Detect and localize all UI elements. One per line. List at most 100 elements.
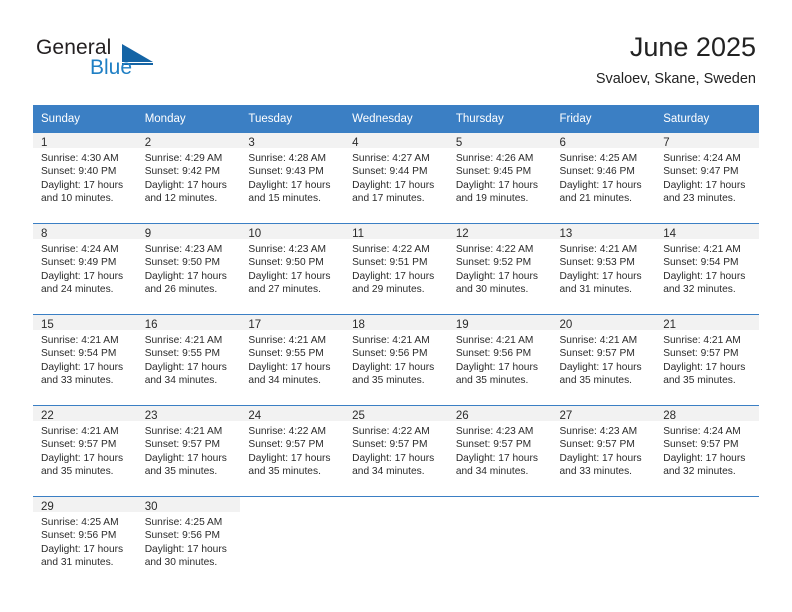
day-cell[interactable]: 15 Sunrise: 4:21 AM Sunset: 9:54 PM Dayl… (33, 314, 137, 406)
day-number: 9 (136, 224, 241, 240)
day-info: Sunrise: 4:22 AM Sunset: 9:52 PM Dayligh… (448, 239, 552, 296)
daylight-text: Daylight: 17 hours and 23 minutes. (663, 179, 746, 204)
day-cell[interactable]: 11 Sunrise: 4:22 AM Sunset: 9:51 PM Dayl… (344, 223, 448, 315)
day-cell[interactable]: 1 Sunrise: 4:30 AM Sunset: 9:40 PM Dayli… (33, 133, 137, 224)
day-cell[interactable]: 28 Sunrise: 4:24 AM Sunset: 9:57 PM Dayl… (655, 405, 759, 497)
sunrise-text: Sunrise: 4:21 AM (352, 335, 430, 346)
sunset-text: Sunset: 9:56 PM (352, 348, 428, 360)
day-info: Sunrise: 4:29 AM Sunset: 9:42 PM Dayligh… (137, 148, 241, 205)
day-cell-empty (655, 496, 759, 587)
sunset-text: Sunset: 9:52 PM (455, 257, 532, 269)
day-info: Sunrise: 4:21 AM Sunset: 9:56 PM Dayligh… (344, 330, 448, 387)
day-number: 11 (344, 224, 448, 240)
day-info: Sunrise: 4:21 AM Sunset: 9:55 PM Dayligh… (137, 330, 241, 387)
sunrise-text: Sunrise: 4:23 AM (248, 244, 326, 255)
day-cell[interactable]: 5 Sunrise: 4:26 AM Sunset: 9:45 PM Dayli… (447, 133, 552, 224)
day-cell[interactable]: 29 Sunrise: 4:25 AM Sunset: 9:56 PM Dayl… (33, 496, 137, 587)
day-cell[interactable]: 17 Sunrise: 4:21 AM Sunset: 9:55 PM Dayl… (240, 314, 345, 406)
daylight-text: Daylight: 17 hours and 35 minutes. (248, 452, 331, 477)
calendar-page: General Blue June 2025 Svaloev, Skane, S… (0, 0, 792, 612)
day-number: 17 (240, 315, 345, 331)
sunset-text: Sunset: 9:47 PM (663, 166, 739, 178)
weekday-header-sunday: Sunday (33, 105, 137, 133)
day-info: Sunrise: 4:22 AM Sunset: 9:57 PM Dayligh… (344, 421, 448, 478)
page-subtitle: Svaloev, Skane, Sweden (595, 71, 756, 87)
day-number: 30 (136, 497, 241, 513)
day-cell[interactable]: 27 Sunrise: 4:23 AM Sunset: 9:57 PM Dayl… (551, 405, 656, 497)
day-cell[interactable]: 7 Sunrise: 4:24 AM Sunset: 9:47 PM Dayli… (655, 133, 759, 224)
sunrise-text: Sunrise: 4:23 AM (144, 244, 223, 255)
daylight-text: Daylight: 17 hours and 34 minutes. (248, 361, 331, 386)
day-cell[interactable]: 26 Sunrise: 4:23 AM Sunset: 9:57 PM Dayl… (447, 405, 552, 497)
sunset-text: Sunset: 9:49 PM (41, 257, 117, 269)
week-row: 29 Sunrise: 4:25 AM Sunset: 9:56 PM Dayl… (33, 496, 759, 587)
day-cell[interactable]: 3 Sunrise: 4:28 AM Sunset: 9:43 PM Dayli… (240, 133, 345, 224)
daylight-text: Daylight: 17 hours and 32 minutes. (663, 452, 746, 477)
sunset-text: Sunset: 9:57 PM (663, 439, 739, 451)
daylight-text: Daylight: 17 hours and 30 minutes. (144, 543, 227, 568)
day-cell[interactable]: 19 Sunrise: 4:21 AM Sunset: 9:56 PM Dayl… (447, 314, 552, 406)
day-cell[interactable]: 6 Sunrise: 4:25 AM Sunset: 9:46 PM Dayli… (551, 133, 656, 224)
day-number: 15 (33, 315, 137, 331)
weekday-header-friday: Friday (551, 105, 656, 133)
daylight-text: Daylight: 17 hours and 15 minutes. (248, 179, 331, 204)
weekday-header-monday: Monday (136, 105, 241, 133)
day-number: 22 (33, 406, 137, 422)
day-info: Sunrise: 4:24 AM Sunset: 9:47 PM Dayligh… (655, 148, 759, 205)
daylight-text: Daylight: 17 hours and 31 minutes. (559, 270, 642, 295)
day-info: Sunrise: 4:25 AM Sunset: 9:56 PM Dayligh… (33, 512, 137, 569)
day-info: Sunrise: 4:21 AM Sunset: 9:57 PM Dayligh… (552, 330, 656, 387)
day-cell[interactable]: 9 Sunrise: 4:23 AM Sunset: 9:50 PM Dayli… (136, 223, 241, 315)
day-cell[interactable]: 12 Sunrise: 4:22 AM Sunset: 9:52 PM Dayl… (447, 223, 552, 315)
sunset-text: Sunset: 9:56 PM (455, 348, 532, 360)
sunrise-text: Sunrise: 4:22 AM (352, 244, 430, 255)
daylight-text: Daylight: 17 hours and 10 minutes. (41, 179, 124, 204)
day-cell[interactable]: 14 Sunrise: 4:21 AM Sunset: 9:54 PM Dayl… (655, 223, 759, 315)
sunrise-text: Sunrise: 4:29 AM (144, 153, 223, 164)
day-number: 14 (655, 224, 759, 240)
day-cell-empty (551, 496, 656, 587)
sunset-text: Sunset: 9:50 PM (144, 257, 221, 269)
daylight-text: Daylight: 17 hours and 21 minutes. (559, 179, 642, 204)
brand-logo[interactable]: General Blue (36, 36, 166, 86)
weekday-header-thursday: Thursday (447, 105, 552, 133)
day-cell[interactable]: 21 Sunrise: 4:21 AM Sunset: 9:57 PM Dayl… (655, 314, 759, 406)
day-cell[interactable]: 25 Sunrise: 4:22 AM Sunset: 9:57 PM Dayl… (344, 405, 448, 497)
day-number: 7 (655, 133, 759, 149)
day-number: 20 (551, 315, 656, 331)
day-cell[interactable]: 4 Sunrise: 4:27 AM Sunset: 9:44 PM Dayli… (344, 133, 448, 224)
day-cell[interactable]: 8 Sunrise: 4:24 AM Sunset: 9:49 PM Dayli… (33, 223, 137, 315)
day-cell[interactable]: 20 Sunrise: 4:21 AM Sunset: 9:57 PM Dayl… (551, 314, 656, 406)
day-number (240, 497, 344, 512)
daylight-text: Daylight: 17 hours and 33 minutes. (559, 452, 642, 477)
day-number: 10 (240, 224, 345, 240)
day-cell[interactable]: 2 Sunrise: 4:29 AM Sunset: 9:42 PM Dayli… (136, 133, 241, 224)
day-cell[interactable]: 30 Sunrise: 4:25 AM Sunset: 9:56 PM Dayl… (136, 496, 241, 587)
day-number (344, 497, 448, 512)
sunset-text: Sunset: 9:57 PM (663, 348, 739, 360)
daylight-text: Daylight: 17 hours and 27 minutes. (248, 270, 331, 295)
day-number: 18 (344, 315, 448, 331)
day-number: 26 (447, 406, 552, 422)
sunrise-text: Sunrise: 4:21 AM (248, 335, 326, 346)
day-info: Sunrise: 4:26 AM Sunset: 9:45 PM Dayligh… (448, 148, 552, 205)
daylight-text: Daylight: 17 hours and 35 minutes. (144, 452, 227, 477)
daylight-text: Daylight: 17 hours and 35 minutes. (352, 361, 435, 386)
day-number: 21 (655, 315, 759, 331)
day-cell[interactable]: 18 Sunrise: 4:21 AM Sunset: 9:56 PM Dayl… (344, 314, 448, 406)
sunset-text: Sunset: 9:57 PM (41, 439, 117, 451)
brand-name-blue: Blue (90, 56, 133, 79)
day-cell[interactable]: 16 Sunrise: 4:21 AM Sunset: 9:55 PM Dayl… (136, 314, 241, 406)
sunset-text: Sunset: 9:56 PM (144, 530, 221, 542)
day-cell[interactable]: 24 Sunrise: 4:22 AM Sunset: 9:57 PM Dayl… (240, 405, 345, 497)
day-info: Sunrise: 4:25 AM Sunset: 9:56 PM Dayligh… (137, 512, 241, 569)
sunrise-text: Sunrise: 4:21 AM (41, 335, 119, 346)
day-cell-empty (344, 496, 448, 587)
daylight-text: Daylight: 17 hours and 19 minutes. (455, 179, 538, 204)
sunrise-text: Sunrise: 4:30 AM (41, 153, 119, 164)
day-cell[interactable]: 23 Sunrise: 4:21 AM Sunset: 9:57 PM Dayl… (136, 405, 241, 497)
day-cell[interactable]: 10 Sunrise: 4:23 AM Sunset: 9:50 PM Dayl… (240, 223, 345, 315)
day-cell[interactable]: 13 Sunrise: 4:21 AM Sunset: 9:53 PM Dayl… (551, 223, 656, 315)
day-number: 27 (551, 406, 656, 422)
day-cell[interactable]: 22 Sunrise: 4:21 AM Sunset: 9:57 PM Dayl… (33, 405, 137, 497)
